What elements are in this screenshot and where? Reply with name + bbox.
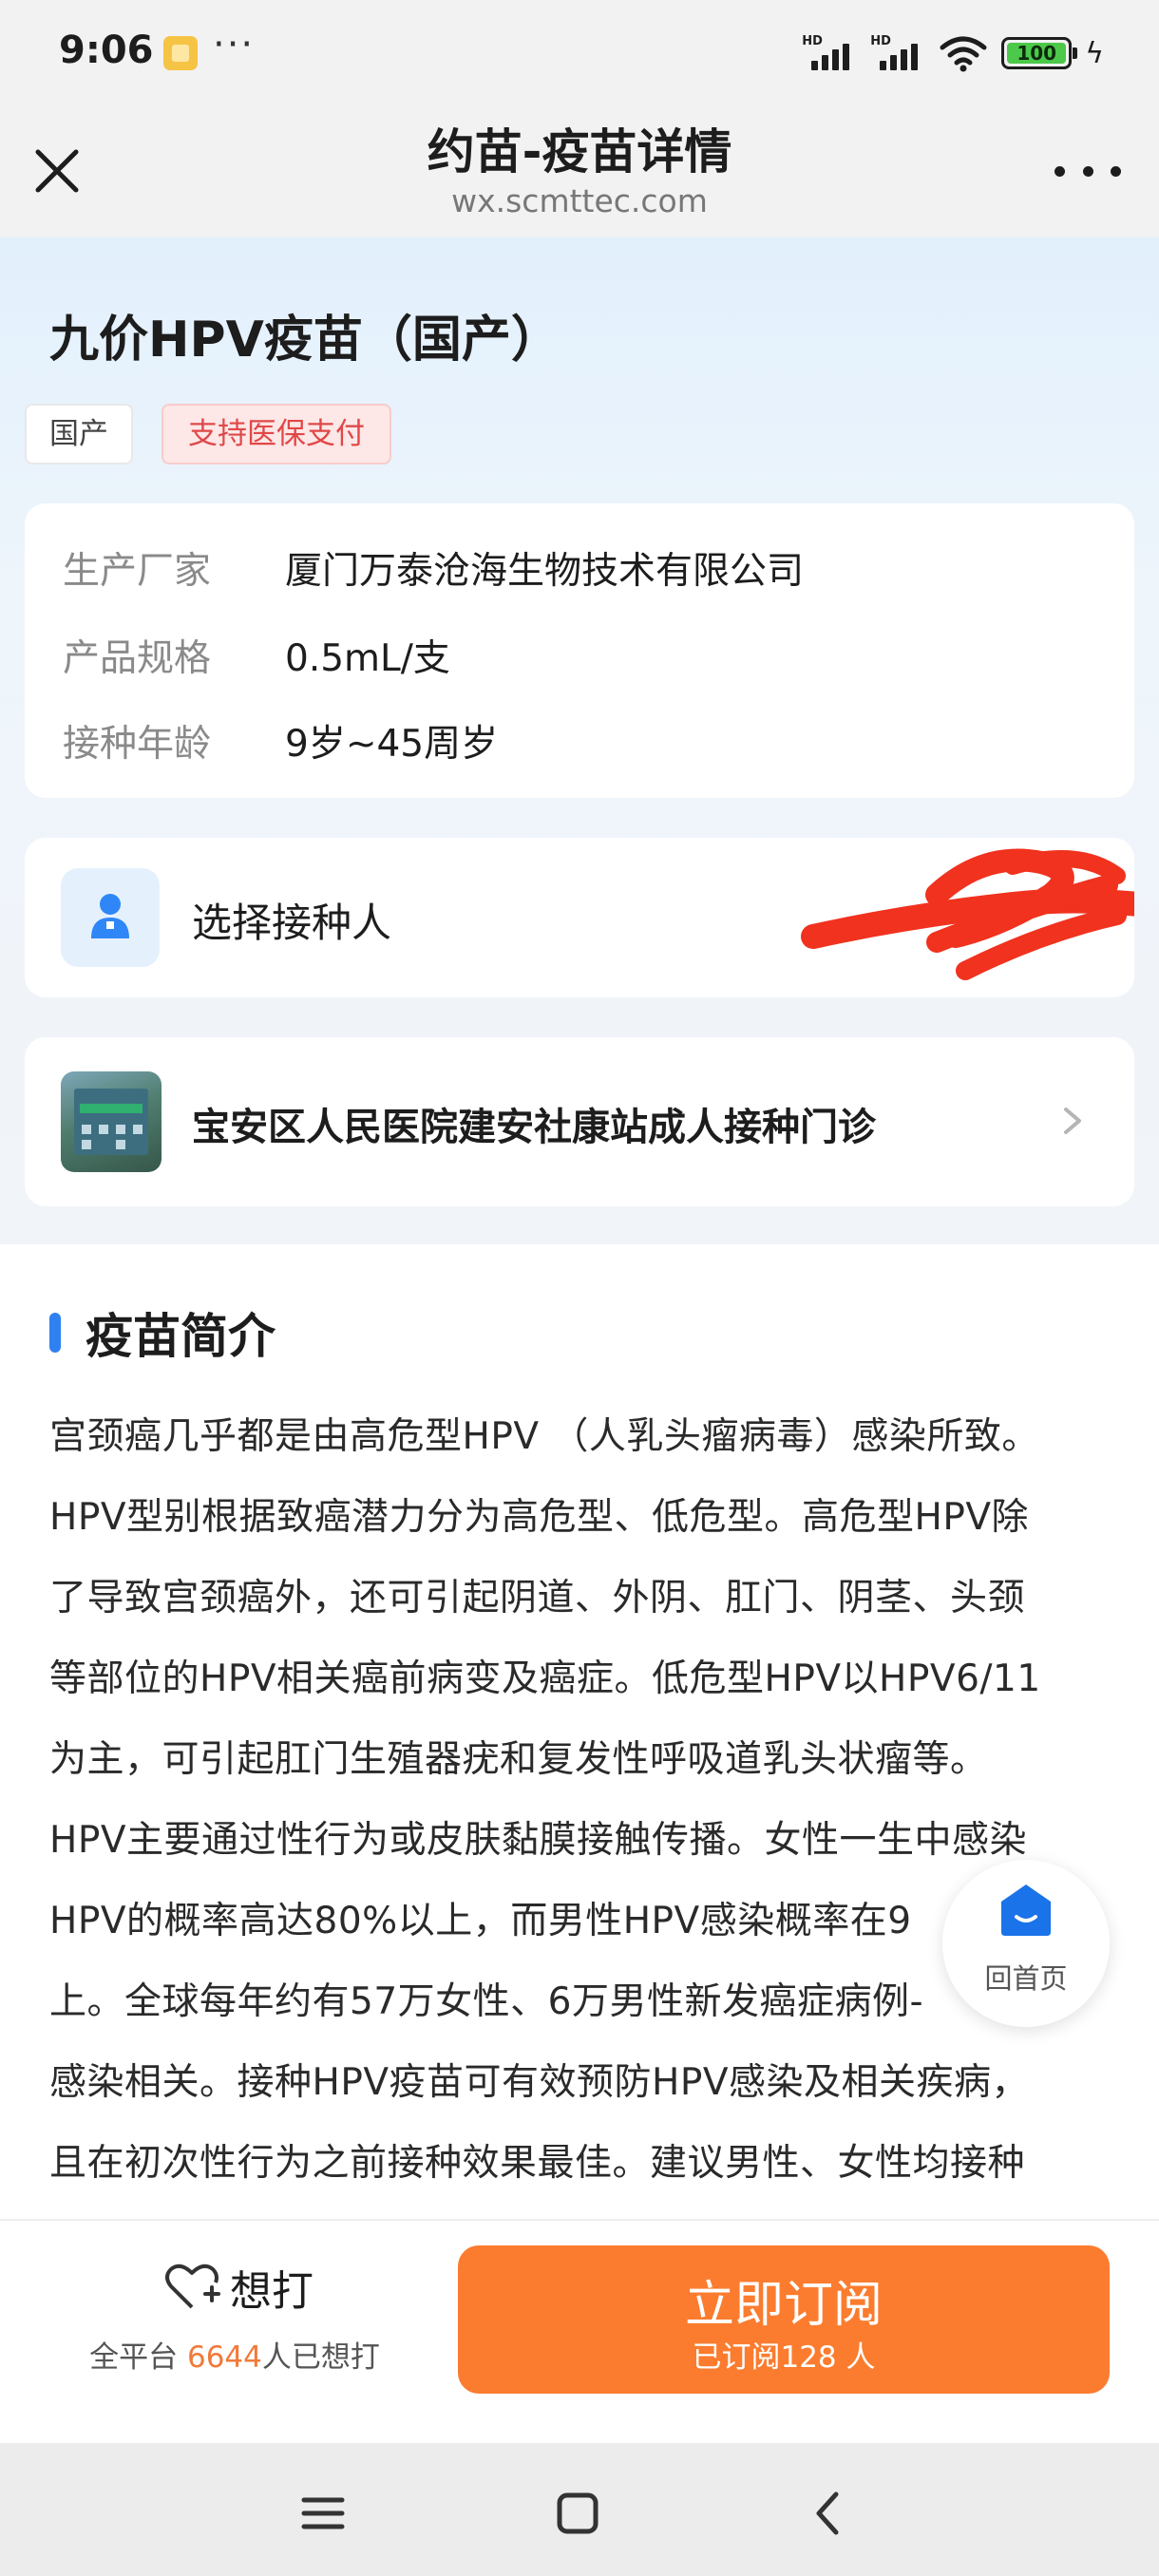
bottom-action-bar: 想打 全平台 6644人已想打 立即订阅 已订阅128 人	[0, 2219, 1159, 2443]
want-count-suffix: 人已想打	[261, 2340, 380, 2375]
page-url: wx.scmttec.com	[451, 182, 708, 219]
status-more-icon: ···	[213, 23, 256, 66]
notification-app-icon	[163, 36, 198, 70]
info-key: 产品规格	[63, 637, 212, 680]
tag-insurance-payment: 支持医保支付	[162, 404, 391, 464]
intro-line: HPV型别根据致癌潜力分为高危型、低危型。高危型HPV除	[49, 1496, 1030, 1539]
system-navigation-bar	[0, 2443, 1159, 2576]
info-row-spec: 产品规格 0.5mL/支	[63, 629, 450, 682]
menu-icon[interactable]	[294, 2485, 352, 2542]
info-value: 0.5mL/支	[285, 637, 450, 680]
chevron-right-icon	[1064, 1108, 1081, 1134]
status-indicators: HD HD 100 ϟ	[802, 34, 1104, 72]
status-bar: 9:06 ··· HD HD 100 ϟ	[0, 0, 1159, 104]
intro-line: HPV主要通过性行为或皮肤黏膜接触传播。女性一生中感染	[49, 1819, 1028, 1862]
want-count: 全平台 6644人已想打	[0, 2333, 469, 2376]
product-name: 九价HPV疫苗（国产）	[49, 312, 560, 369]
browser-header: 约苗-疫苗详情 wx.scmttec.com	[0, 104, 1159, 237]
intro-title: 疫苗简介	[86, 1309, 276, 1364]
intro-line: 等部位的HPV相关癌前病变及癌症。低危型HPV以HPV6/11	[49, 1657, 1041, 1700]
more-icon[interactable]	[1054, 160, 1121, 182]
tag-domestic: 国产	[25, 404, 133, 464]
want-button[interactable]: 想打 全平台 6644人已想打	[0, 2221, 446, 2445]
section-accent-bar	[49, 1313, 61, 1353]
person-icon	[61, 868, 160, 967]
subscribe-button[interactable]: 立即订阅 已订阅128 人	[458, 2245, 1110, 2394]
home-icon	[1001, 1885, 1051, 1936]
subscribe-count: 已订阅128 人	[692, 2340, 876, 2375]
want-count-prefix: 全平台	[89, 2340, 179, 2375]
info-value: 厦门万泰沧海生物技术有限公司	[285, 550, 805, 593]
info-row-age: 接种年龄 9岁~45周岁	[63, 714, 498, 767]
redaction-scribble	[801, 848, 1134, 980]
clinic-photo	[61, 1071, 162, 1172]
heart-plus-icon	[165, 2263, 220, 2309]
status-time: 9:06	[59, 28, 154, 72]
intro-line: 为主，可引起肛门生殖器疣和复发性呼吸道乳头状瘤等。	[49, 1738, 988, 1781]
home-square-icon[interactable]	[549, 2485, 606, 2542]
signal-icon-2: HD	[870, 34, 925, 72]
want-count-number: 6644	[186, 2340, 262, 2375]
signal-icon: HD	[802, 34, 857, 72]
want-row: 想打	[163, 2257, 314, 2318]
product-info-card: 生产厂家 厦门万泰沧海生物技术有限公司 产品规格 0.5mL/支 接种年龄 9岁…	[25, 503, 1134, 798]
clinic-name: 宝安区人民医院建安社康站成人接种门诊	[192, 1106, 876, 1149]
back-icon[interactable]	[800, 2485, 857, 2542]
select-recipient-label: 选择接种人	[192, 900, 392, 946]
info-row-manufacturer: 生产厂家 厦门万泰沧海生物技术有限公司	[63, 541, 804, 595]
wifi-icon	[940, 36, 987, 72]
intro-line: 感染相关。接种HPV疫苗可有效预防HPV感染及相关疾病，	[49, 2061, 1030, 2104]
select-recipient-card[interactable]: 选择接种人	[25, 838, 1134, 997]
intro-line: 且在初次性行为之前接种效果最佳。建议男性、女性均接种	[49, 2142, 1026, 2185]
battery-level: 100	[1007, 43, 1067, 64]
back-to-home-button[interactable]: 回首页	[942, 1860, 1110, 2027]
clinic-card[interactable]: 宝安区人民医院建安社康站成人接种门诊	[25, 1037, 1134, 1206]
intro-line: 宫颈癌几乎都是由高危型HPV （人乳头瘤病毒）感染所致。	[49, 1415, 1039, 1458]
page-title: 约苗-疫苗详情	[427, 124, 732, 180]
info-value: 9岁~45周岁	[285, 723, 499, 766]
want-label: 想打	[230, 2267, 314, 2316]
intro-header: 疫苗简介	[49, 1299, 276, 1366]
intro-line: 了导致宫颈癌外，还可引起阴道、外阴、肛门、阴茎、头颈	[49, 1577, 1026, 1619]
subscribe-label: 立即订阅	[684, 2277, 883, 2334]
intro-text: 宫颈癌几乎都是由高危型HPV （人乳头瘤病毒）感染所致。 HPV型别根据致癌潜力…	[49, 1396, 1123, 2223]
battery-icon: 100	[1001, 37, 1078, 69]
info-key: 生产厂家	[63, 550, 212, 593]
charging-icon: ϟ	[1085, 36, 1104, 70]
back-to-home-label: 回首页	[984, 1962, 1068, 1995]
info-key: 接种年龄	[63, 723, 212, 766]
